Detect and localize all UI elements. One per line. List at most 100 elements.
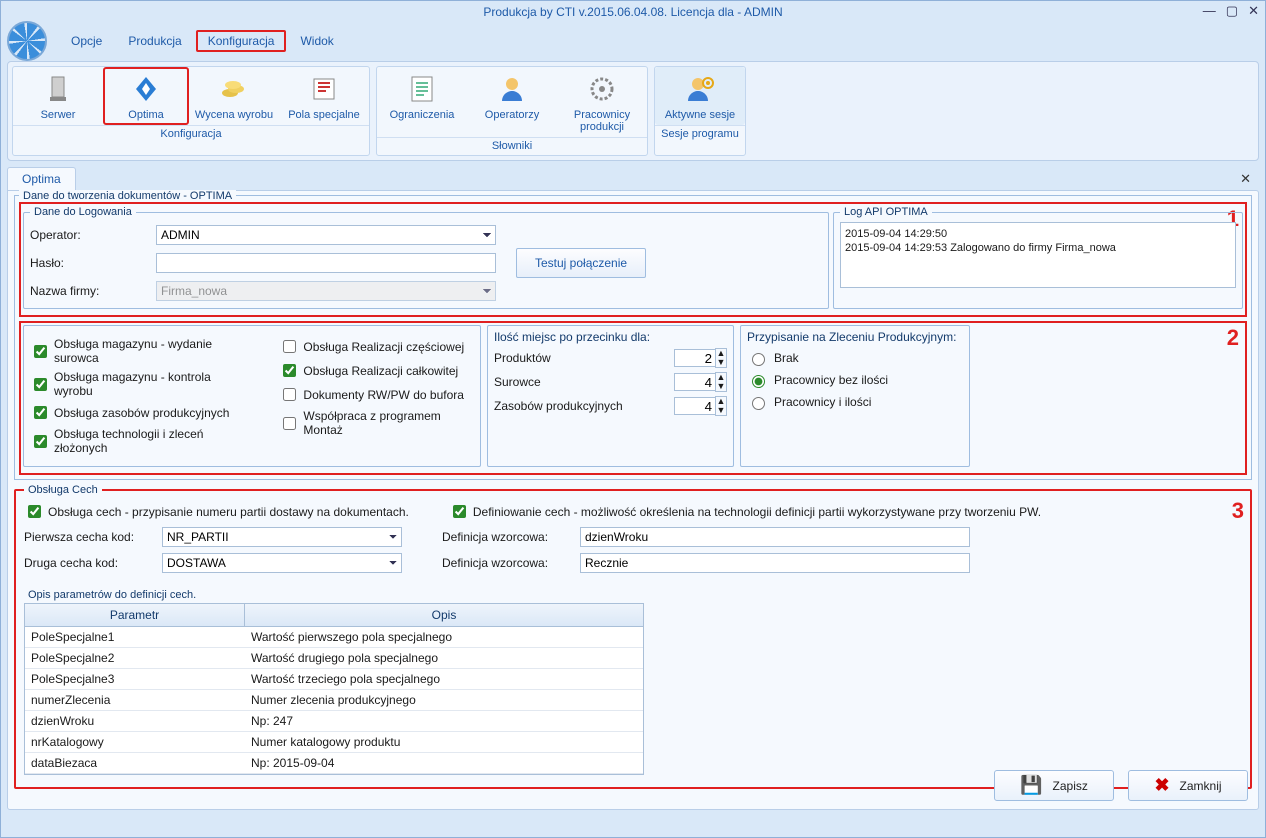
haslo-input[interactable] bbox=[156, 253, 496, 273]
annotation-2: 2 bbox=[1227, 325, 1239, 351]
radio-option[interactable]: Pracownicy bez ilości bbox=[747, 372, 963, 388]
checkbox[interactable] bbox=[283, 417, 296, 430]
cell-param: PoleSpecjalne2 bbox=[25, 648, 245, 668]
content-pane: Dane do tworzenia dokumentów - OPTIMA 1 … bbox=[7, 190, 1259, 810]
table-row[interactable]: PoleSpecjalne3Wartość trzeciego pola spe… bbox=[25, 669, 643, 690]
decimal-input[interactable] bbox=[674, 349, 716, 367]
checkbox[interactable] bbox=[283, 340, 296, 353]
tab-close-icon[interactable]: ✕ bbox=[1240, 171, 1251, 187]
app-window: Produkcja by CTI v.2015.06.04.08. Licenc… bbox=[0, 0, 1266, 838]
wycena-button-icon bbox=[218, 73, 250, 105]
table-row[interactable]: dataBiezacaNp: 2015-09-04 bbox=[25, 753, 643, 774]
pola-button[interactable]: Pola specjalne bbox=[279, 67, 369, 125]
table-row[interactable]: nrKatalogowyNumer katalogowy produktu bbox=[25, 732, 643, 753]
checkbox[interactable] bbox=[283, 388, 296, 401]
decimal-spinner[interactable]: ▲▼ bbox=[674, 372, 727, 392]
spin-buttons[interactable]: ▲▼ bbox=[715, 396, 727, 416]
menu-produkcja[interactable]: Produkcja bbox=[116, 30, 193, 52]
cell-opis: Numer katalogowy produktu bbox=[245, 732, 643, 752]
radio[interactable] bbox=[752, 397, 765, 410]
nazwa-firmy-combo[interactable]: Firma_nowa bbox=[156, 281, 496, 301]
radio[interactable] bbox=[752, 375, 765, 388]
table-row[interactable]: dzienWrokuNp: 247 bbox=[25, 711, 643, 732]
spin-buttons[interactable]: ▲▼ bbox=[715, 348, 727, 368]
cell-param: PoleSpecjalne1 bbox=[25, 627, 245, 647]
fs-checkboxes: Obsługa magazynu - wydanie surowca Obsług… bbox=[23, 325, 481, 467]
pierwsza-cecha-combo[interactable]: NR_PARTII bbox=[162, 527, 402, 547]
oper-button-icon bbox=[496, 73, 528, 105]
menu-widok[interactable]: Widok bbox=[288, 30, 345, 52]
chk-option[interactable]: Obsługa magazynu - kontrola wyrobu bbox=[30, 370, 249, 398]
chk-option[interactable]: Dokumenty RW/PW do bufora bbox=[279, 385, 474, 404]
decimal-input[interactable] bbox=[674, 397, 716, 415]
def1-input[interactable] bbox=[580, 527, 970, 547]
chk-cech-2[interactable] bbox=[453, 505, 466, 518]
maximize-icon[interactable]: ▢ bbox=[1226, 4, 1238, 18]
chk-cech-przypisanie[interactable]: Obsługa cech - przypisanie numeru partii… bbox=[24, 502, 409, 521]
cell-opis: Numer zlecenia produkcyjnego bbox=[245, 690, 643, 710]
chk-cech-definiowanie[interactable]: Definiowanie cech - możliwość określenia… bbox=[449, 502, 1041, 521]
table-row[interactable]: numerZleceniaNumer zlecenia produkcyjneg… bbox=[25, 690, 643, 711]
chk-option[interactable]: Obsługa Realizacji całkowitej bbox=[279, 361, 474, 380]
menu-opcje[interactable]: Opcje bbox=[59, 30, 114, 52]
menu-konfiguracja[interactable]: Konfiguracja bbox=[196, 30, 287, 52]
def2-input[interactable] bbox=[580, 553, 970, 573]
checkbox[interactable] bbox=[34, 406, 47, 419]
decimal-spinner[interactable]: ▲▼ bbox=[674, 396, 727, 416]
checkbox[interactable] bbox=[34, 435, 47, 448]
save-icon: 💾 bbox=[1020, 775, 1042, 796]
radio-option[interactable]: Brak bbox=[747, 350, 963, 366]
chk-option[interactable]: Obsługa magazynu - wydanie surowca bbox=[30, 337, 249, 365]
close-button[interactable]: ✖ Zamknij bbox=[1128, 770, 1248, 801]
chk-option[interactable]: Obsługa technologii i zleceń złożonych bbox=[30, 427, 249, 455]
fs-login-legend: Dane do Logowania bbox=[30, 206, 136, 218]
decimal-input[interactable] bbox=[674, 373, 716, 391]
app-logo-icon bbox=[7, 21, 47, 61]
params-grid[interactable]: Parametr Opis PoleSpecjalne1Wartość pier… bbox=[24, 603, 644, 775]
oper-button[interactable]: Operatorzy bbox=[467, 67, 557, 137]
log-body: 2015-09-04 14:29:502015-09-04 14:29:53 Z… bbox=[840, 222, 1236, 288]
fs-params: Opis parametrów do definicji cech. Param… bbox=[24, 583, 1242, 775]
table-row[interactable]: PoleSpecjalne2Wartość drugiego pola spec… bbox=[25, 648, 643, 669]
fs-cech: Obsługa Cech 3 Obsługa cech - przypisani… bbox=[14, 484, 1252, 789]
cell-param: nrKatalogowy bbox=[25, 732, 245, 752]
cell-param: dzienWroku bbox=[25, 711, 245, 731]
checkbox[interactable] bbox=[283, 364, 296, 377]
checkbox[interactable] bbox=[34, 345, 47, 358]
wycena-button[interactable]: Wycena wyrobu bbox=[189, 67, 279, 125]
radio-option[interactable]: Pracownicy i ilości bbox=[747, 394, 963, 410]
operator-combo[interactable]: ADMIN bbox=[156, 225, 496, 245]
fs-login: Dane do Logowania Operator: ADMIN Hasło:… bbox=[23, 206, 829, 309]
cell-opis: Wartość drugiego pola specjalnego bbox=[245, 648, 643, 668]
table-row[interactable]: PoleSpecjalne1Wartość pierwszego pola sp… bbox=[25, 627, 643, 648]
minimize-icon[interactable]: — bbox=[1203, 4, 1216, 18]
ogran-button[interactable]: Ograniczenia bbox=[377, 67, 467, 137]
chk-option[interactable]: Obsługa zasobów produkcyjnych bbox=[30, 403, 249, 422]
serwer-button[interactable]: Serwer bbox=[13, 67, 103, 125]
pracprod-button[interactable]: Pracownicy produkcji bbox=[557, 67, 647, 137]
tab-optima[interactable]: Optima bbox=[7, 167, 76, 190]
lbl-operator: Operator: bbox=[30, 228, 150, 242]
col-parametr[interactable]: Parametr bbox=[25, 604, 245, 626]
chk-option[interactable]: Obsługa Realizacji częściowej bbox=[279, 337, 474, 356]
col-opis[interactable]: Opis bbox=[245, 604, 643, 626]
test-connection-button[interactable]: Testuj połączenie bbox=[516, 248, 646, 278]
chk-option[interactable]: Współpraca z programem Montaż bbox=[279, 409, 474, 437]
save-button[interactable]: 💾 Zapisz bbox=[994, 770, 1114, 801]
radio[interactable] bbox=[752, 353, 765, 366]
spin-buttons[interactable]: ▲▼ bbox=[715, 372, 727, 392]
optima-button[interactable]: Optima bbox=[103, 67, 189, 125]
checkbox[interactable] bbox=[34, 378, 47, 391]
fs-przypisanie: Przypisanie na Zleceniu Produkcyjnym: Br… bbox=[740, 325, 970, 467]
decimal-spinner[interactable]: ▲▼ bbox=[674, 348, 727, 368]
close-icon[interactable]: ✕ bbox=[1248, 4, 1259, 18]
druga-cecha-combo[interactable]: DOSTAWA bbox=[162, 553, 402, 573]
sesje-button[interactable]: Aktywne sesje bbox=[655, 67, 745, 125]
annotation-3: 3 bbox=[1232, 498, 1244, 524]
cell-param: dataBiezaca bbox=[25, 753, 245, 773]
decimal-label: Produktów bbox=[494, 351, 674, 365]
chk-cech-1[interactable] bbox=[28, 505, 41, 518]
cell-opis: Np: 2015-09-04 bbox=[245, 753, 643, 773]
lbl-def2: Definicja wzorcowa: bbox=[442, 556, 572, 570]
window-title: Produkcja by CTI v.2015.06.04.08. Licenc… bbox=[483, 5, 782, 19]
